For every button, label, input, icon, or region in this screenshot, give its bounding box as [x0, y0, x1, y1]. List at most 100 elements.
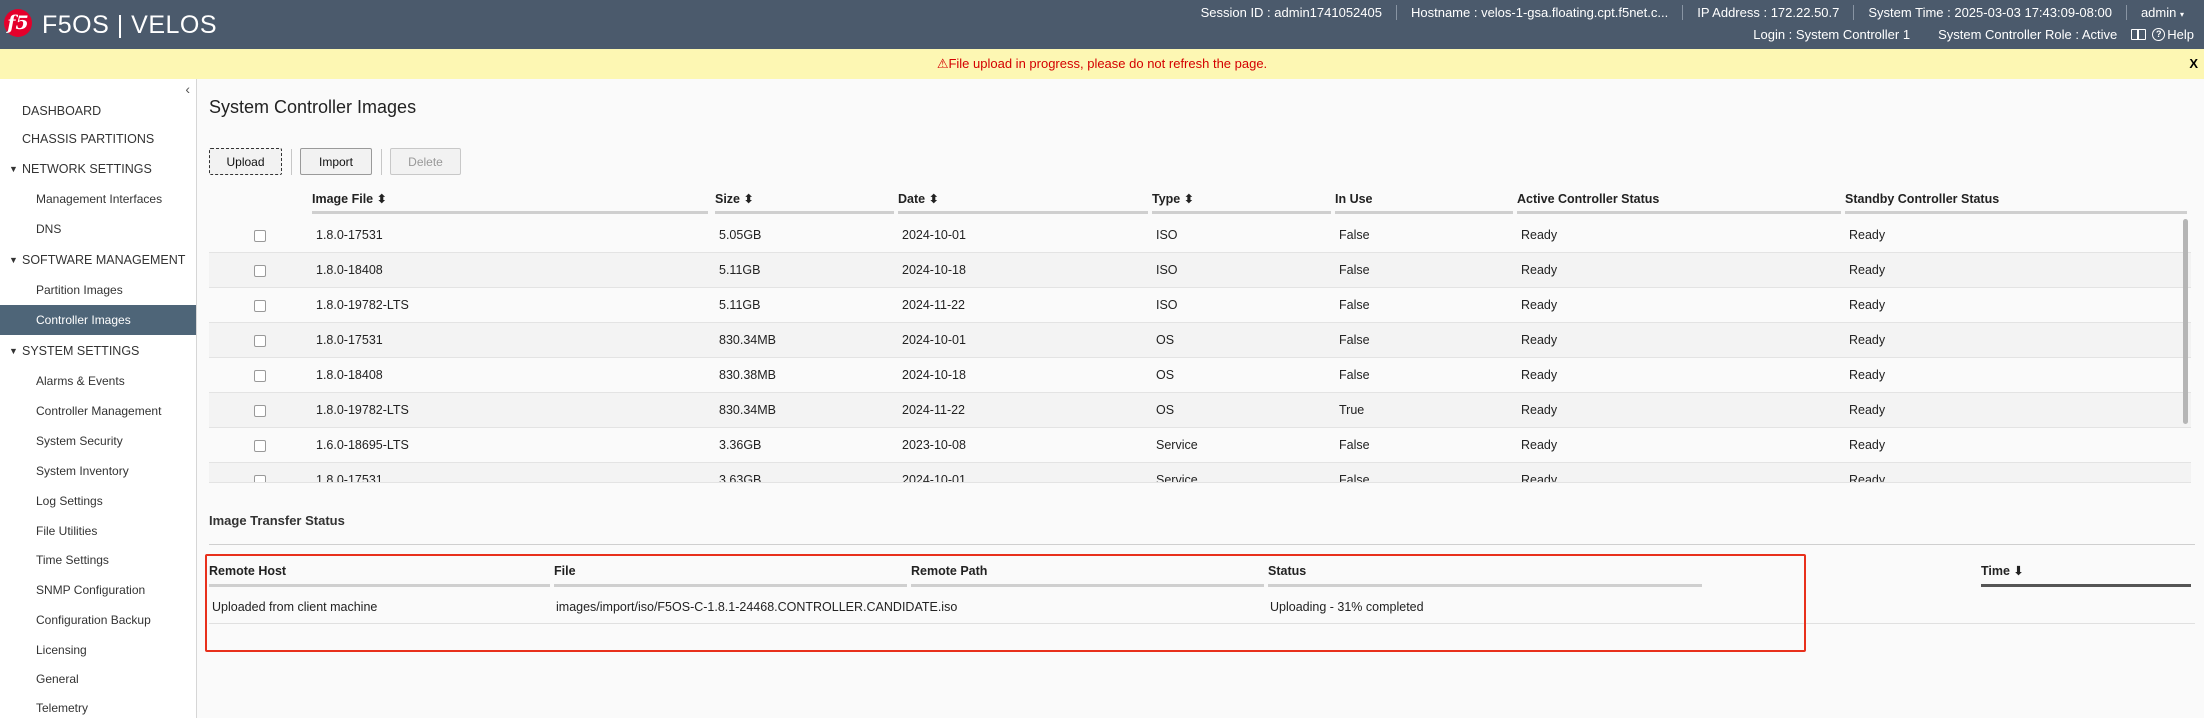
- help-label: Help: [2167, 26, 2194, 42]
- table-row[interactable]: 1.8.0-18408 830.38MB 2024-10-18 OS False…: [209, 358, 2191, 393]
- collapse-sidebar-icon[interactable]: ‹: [185, 81, 190, 97]
- sidebar-item-label: Time Settings: [36, 553, 109, 567]
- cell-type: ISO: [1156, 228, 1178, 242]
- sidebar-item-system-inventory[interactable]: System Inventory: [0, 456, 196, 486]
- sidebar-item-system-settings[interactable]: ▼ SYSTEM SETTINGS: [0, 336, 196, 366]
- cell-in-use: False: [1339, 298, 1370, 312]
- column-header-date[interactable]: Date ⬍: [898, 189, 1152, 216]
- cell-in-use: False: [1339, 438, 1370, 452]
- cell-image-file: 1.8.0-17531: [316, 228, 383, 242]
- cell-in-use: False: [1339, 333, 1370, 347]
- sidebar-item-log-settings[interactable]: Log Settings: [0, 486, 196, 516]
- row-checkbox[interactable]: [254, 405, 266, 417]
- sidebar-item-label: System Security: [36, 434, 123, 448]
- column-header-size[interactable]: Size ⬍: [715, 189, 898, 216]
- cell-standby-status: Ready: [1849, 438, 1886, 452]
- table-row[interactable]: 1.6.0-18695-LTS 3.36GB 2023-10-08 Servic…: [209, 428, 2191, 463]
- image-transfer-status-table: Remote Host File Remote Path Status Time…: [209, 559, 2195, 654]
- cell-size: 830.34MB: [719, 333, 776, 347]
- cell-image-file: 1.8.0-19782-LTS: [316, 403, 409, 417]
- table-row[interactable]: 1.8.0-19782-LTS 830.34MB 2024-11-22 OS T…: [209, 393, 2191, 428]
- controller-images-table: Image File ⬍ Size ⬍ Date ⬍ Type ⬍ In Use…: [209, 189, 2195, 566]
- table-row: Uploaded from client machine images/impo…: [209, 591, 2195, 624]
- sidebar-item-general[interactable]: General: [0, 664, 196, 694]
- sidebar-item-telemetry[interactable]: Telemetry: [0, 693, 196, 718]
- column-header-time[interactable]: Time ⬇: [1981, 559, 2195, 587]
- row-checkbox[interactable]: [254, 335, 266, 347]
- sidebar-item-partition-images[interactable]: Partition Images: [0, 275, 196, 305]
- sidebar-item-dns[interactable]: DNS: [0, 214, 196, 244]
- upload-button[interactable]: Upload: [209, 148, 282, 175]
- banner-close-button[interactable]: X: [2189, 49, 2198, 79]
- cell-size: 830.38MB: [719, 368, 776, 382]
- sidebar-item-controller-management[interactable]: Controller Management: [0, 396, 196, 426]
- table-scrollbar[interactable]: [2183, 219, 2188, 424]
- sidebar-item-chassis-partitions[interactable]: CHASSIS PARTITIONS: [0, 124, 196, 154]
- sidebar-item-alarms-events[interactable]: Alarms & Events: [0, 366, 196, 396]
- table-row[interactable]: 1.8.0-17531 5.05GB 2024-10-01 ISO False …: [209, 218, 2191, 253]
- sidebar-item-snmp-configuration[interactable]: SNMP Configuration: [0, 575, 196, 605]
- row-checkbox[interactable]: [254, 230, 266, 242]
- sidebar-item-network-settings[interactable]: ▼ NETWORK SETTINGS: [0, 154, 196, 184]
- sidebar-item-label: Partition Images: [36, 283, 123, 297]
- sidebar-item-dashboard[interactable]: DASHBOARD: [0, 96, 196, 126]
- cell-active-status: Ready: [1521, 473, 1558, 483]
- column-header-status: Status: [1268, 559, 1706, 587]
- cell-size: 5.05GB: [719, 228, 762, 242]
- row-checkbox[interactable]: [254, 370, 266, 382]
- row-checkbox[interactable]: [254, 440, 266, 452]
- sidebar-item-label: General: [36, 672, 79, 686]
- sidebar-item-time-settings[interactable]: Time Settings: [0, 545, 196, 575]
- sidebar-item-management-interfaces[interactable]: Management Interfaces: [0, 184, 196, 214]
- question-icon: ?: [2152, 27, 2166, 41]
- session-id: Session ID : admin1741052405: [1187, 4, 1397, 20]
- cell-file: images/import/iso/F5OS-C-1.8.1-24468.CON…: [556, 600, 958, 614]
- sidebar-item-label: Controller Management: [36, 404, 162, 418]
- cell-active-status: Ready: [1521, 403, 1558, 417]
- sidebar-item-software-management[interactable]: ▼ SOFTWARE MANAGEMENT: [0, 245, 196, 275]
- user-menu[interactable]: admin ▾: [2127, 5, 2204, 20]
- header-login-row: Login : System Controller 1 System Contr…: [1739, 24, 2204, 44]
- table-row[interactable]: 1.8.0-17531 830.34MB 2024-10-01 OS False…: [209, 323, 2191, 358]
- sidebar-item-licensing[interactable]: Licensing: [0, 635, 196, 665]
- toolbar-divider: [381, 149, 382, 175]
- chevron-down-icon: ▾: [2179, 9, 2184, 19]
- sidebar-item-system-security[interactable]: System Security: [0, 426, 196, 456]
- sidebar-item-label: DASHBOARD: [22, 104, 102, 118]
- table-row[interactable]: 1.8.0-19782-LTS 5.11GB 2024-11-22 ISO Fa…: [209, 288, 2191, 323]
- login-info: Login : System Controller 1: [1753, 26, 1911, 42]
- cell-standby-status: Ready: [1849, 298, 1886, 312]
- sidebar-item-label: Alarms & Events: [36, 374, 125, 388]
- sidebar-item-label: NETWORK SETTINGS: [22, 162, 152, 176]
- cell-image-file: 1.8.0-18408: [316, 368, 383, 382]
- sidebar-item-controller-images[interactable]: Controller Images: [0, 305, 196, 335]
- table-header-row: Image File ⬍ Size ⬍ Date ⬍ Type ⬍ In Use…: [209, 189, 2191, 216]
- sidebar-item-label: Licensing: [36, 643, 87, 657]
- table-row[interactable]: 1.8.0-17531 3.63GB 2024-10-01 Service Fa…: [209, 463, 2191, 483]
- controller-role: System Controller Role : Active: [1938, 26, 2118, 42]
- sidebar-item-label: Controller Images: [36, 313, 131, 327]
- cell-in-use: False: [1339, 263, 1370, 277]
- row-checkbox[interactable]: [254, 300, 266, 312]
- row-checkbox[interactable]: [254, 265, 266, 277]
- import-button[interactable]: Import: [300, 148, 372, 175]
- cell-image-file: 1.8.0-17531: [316, 333, 383, 347]
- cell-size: 5.11GB: [719, 263, 761, 277]
- sidebar-item-configuration-backup[interactable]: Configuration Backup: [0, 605, 196, 635]
- row-checkbox[interactable]: [254, 475, 266, 482]
- section-divider: [209, 544, 2195, 545]
- upload-warning-banner: ⚠File upload in progress, please do not …: [0, 49, 2204, 79]
- table-row[interactable]: 1.8.0-18408 5.11GB 2024-10-18 ISO False …: [209, 253, 2191, 288]
- column-header-in-use: In Use: [1335, 189, 1517, 216]
- cell-date: 2024-10-01: [902, 333, 966, 347]
- cell-in-use: False: [1339, 473, 1370, 483]
- column-header-type[interactable]: Type ⬍: [1152, 189, 1335, 216]
- cell-status: Uploading - 31% completed: [1270, 600, 1424, 614]
- delete-button[interactable]: Delete: [390, 148, 461, 175]
- column-header-remote-host: Remote Host: [209, 559, 554, 587]
- column-header-image-file[interactable]: Image File ⬍: [312, 189, 712, 216]
- book-icon[interactable]: [2131, 28, 2147, 40]
- help-link[interactable]: ? Help: [2152, 27, 2196, 42]
- cell-date: 2024-10-01: [902, 228, 966, 242]
- sidebar-item-file-utilities[interactable]: File Utilities: [0, 516, 196, 546]
